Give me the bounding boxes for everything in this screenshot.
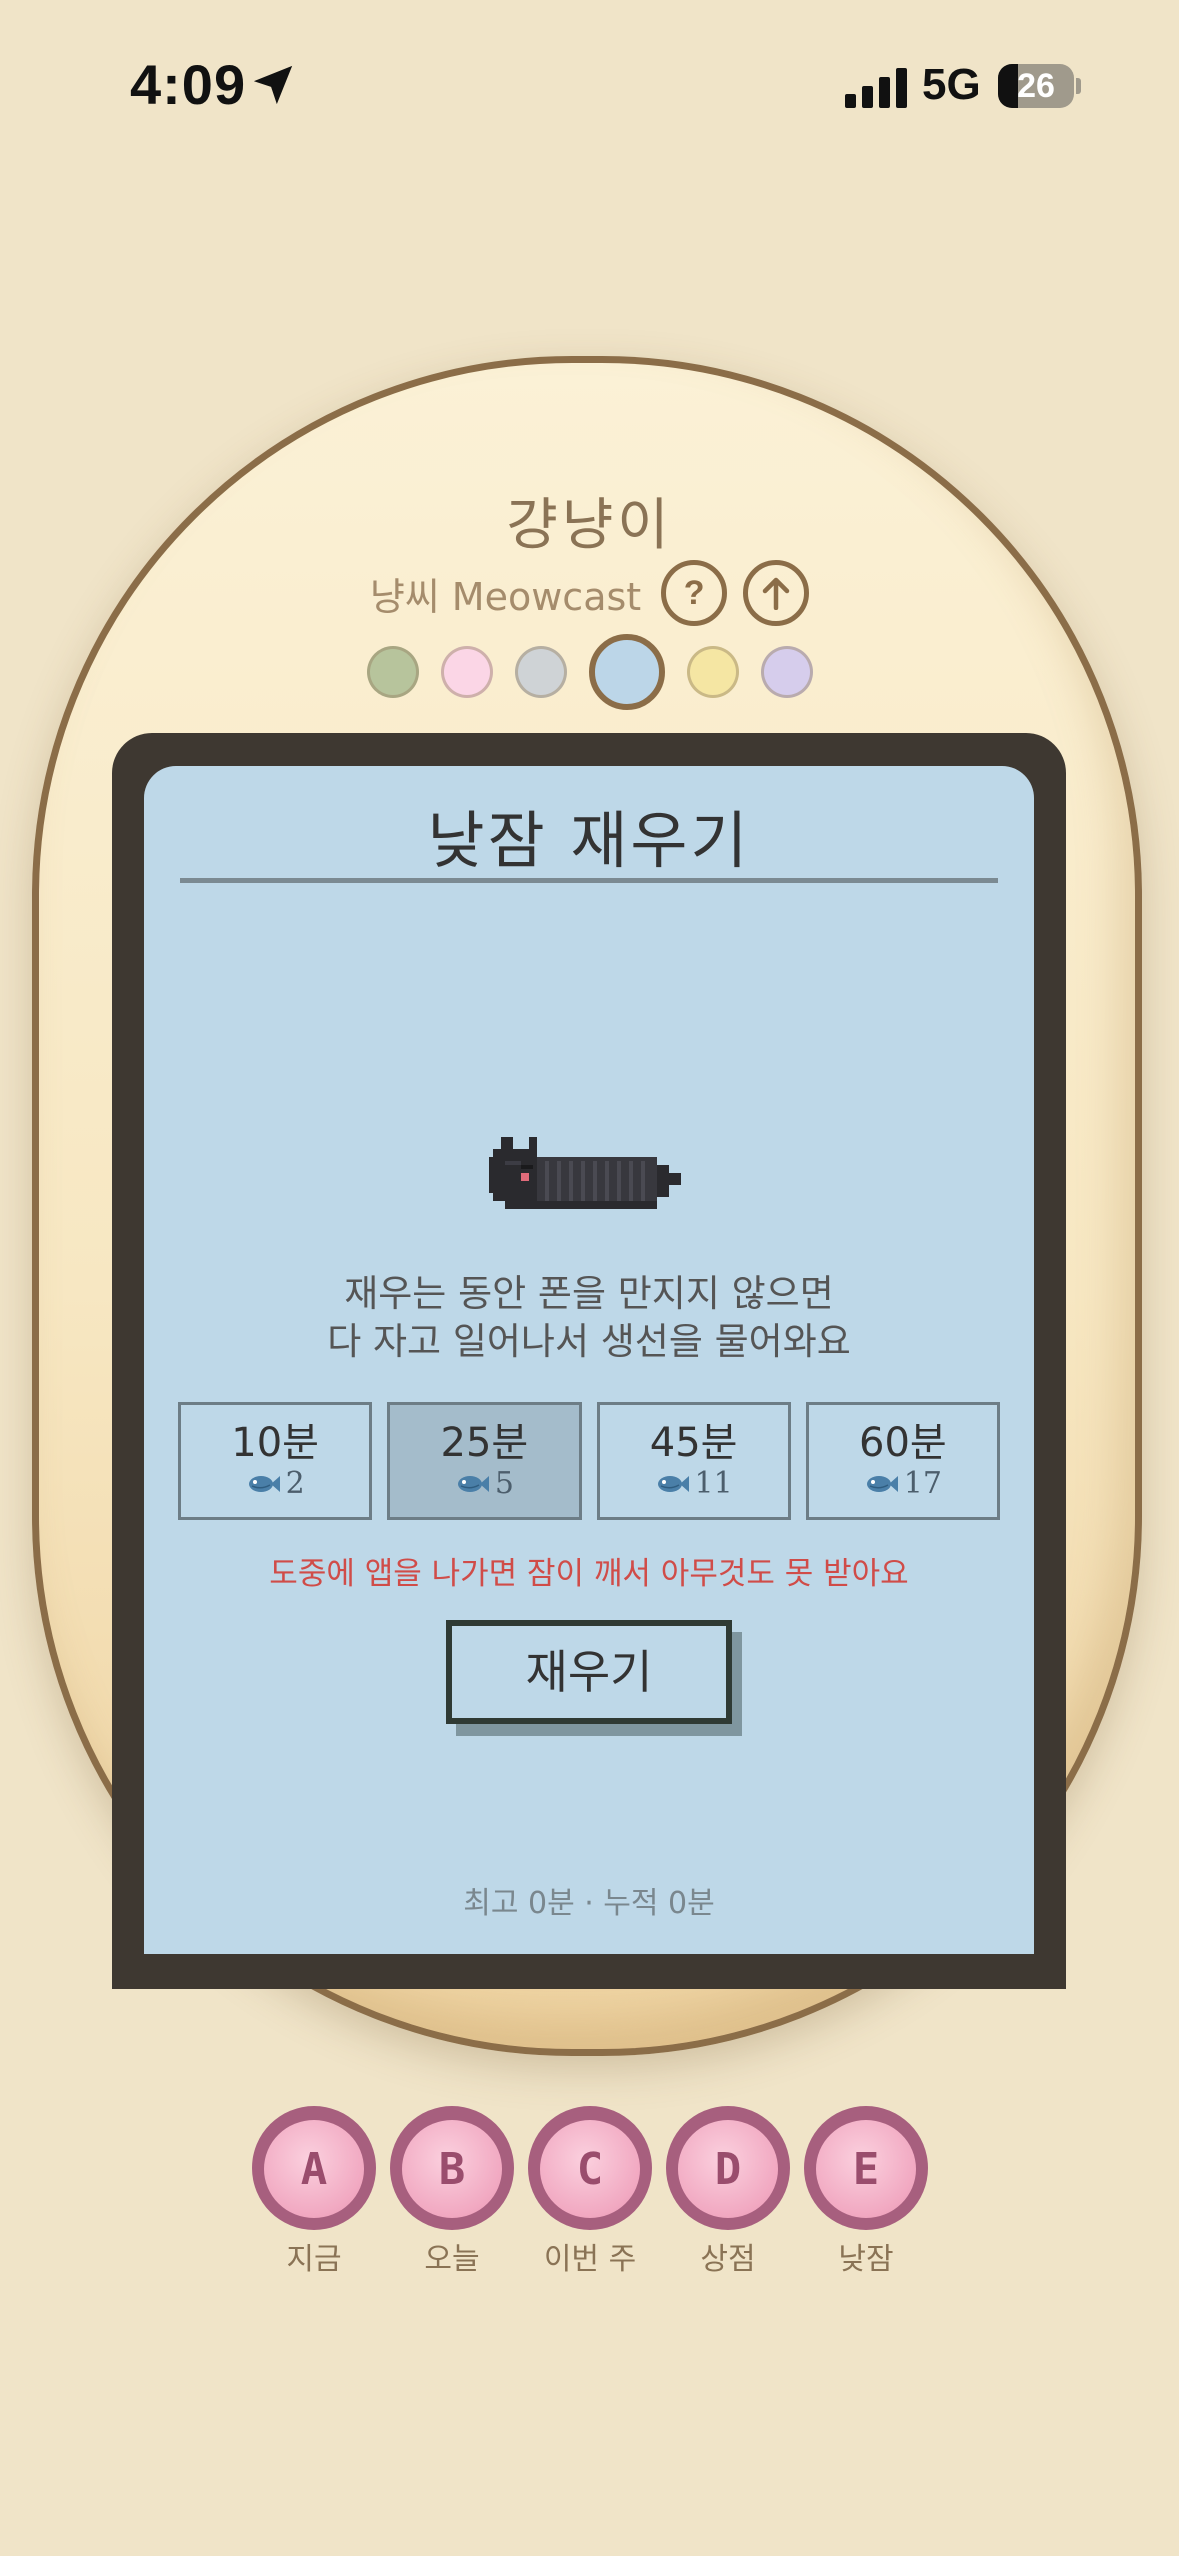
color-swatch-1[interactable] xyxy=(366,646,419,698)
location-arrow-icon xyxy=(253,65,293,105)
fish-reward: 2 xyxy=(246,1466,305,1502)
duration-label: 45분 xyxy=(649,1420,738,1466)
nap-screen: 낮잠 재우기 재우는 동안 폰을 만지지 않으면 다 자고 일어나서 생선을 물… xyxy=(144,766,1034,1954)
color-swatch-4[interactable] xyxy=(588,634,665,710)
arrow-up-icon xyxy=(762,577,790,610)
nav-button-label: 이번 주 xyxy=(543,2242,637,2277)
button-glyph: C xyxy=(540,2120,640,2218)
status-time: 4:09 xyxy=(130,53,247,116)
help-button[interactable]: ? xyxy=(661,560,728,626)
fish-icon xyxy=(864,1473,898,1495)
fish-reward: 17 xyxy=(864,1466,942,1502)
button-glyph: D xyxy=(678,2120,778,2218)
color-swatch-5[interactable] xyxy=(686,646,739,698)
nav-button-label: 지금 xyxy=(286,2242,342,2277)
description-line-1: 재우는 동안 폰을 만지지 않으면 xyxy=(344,1272,834,1315)
duration-option-2[interactable]: 25분 5 xyxy=(387,1402,582,1520)
nav-button-label: 상점 xyxy=(700,2242,756,2277)
duration-option-1[interactable]: 10분 2 xyxy=(178,1402,373,1520)
fish-icon xyxy=(655,1473,689,1495)
nav-button-a[interactable]: A xyxy=(252,2106,376,2230)
app-subtitle: 냥씨 Meowcast xyxy=(369,574,642,619)
start-nap-button[interactable]: 재우기 xyxy=(446,1620,732,1724)
description-line-2: 다 자고 일어나서 생선을 물어와요 xyxy=(327,1320,851,1363)
color-swatch-2[interactable] xyxy=(440,646,493,698)
fish-reward: 5 xyxy=(455,1466,514,1502)
duration-label: 10분 xyxy=(231,1420,319,1466)
fish-count: 17 xyxy=(903,1466,942,1501)
screen-title: 낮잠 재우기 xyxy=(427,804,751,877)
color-swatch-3[interactable] xyxy=(514,646,567,698)
duration-label: 25분 xyxy=(440,1420,529,1466)
duration-option-4[interactable]: 60분 17 xyxy=(805,1402,1000,1520)
color-swatches xyxy=(0,634,1179,710)
button-glyph: B xyxy=(402,2120,502,2218)
sleeping-cat-icon xyxy=(489,1137,681,1209)
nav-button-label: 낮잠 xyxy=(838,2242,894,2277)
fish-count: 5 xyxy=(494,1466,514,1501)
battery-icon: 26 xyxy=(998,64,1074,108)
share-button[interactable] xyxy=(743,560,810,626)
fish-icon xyxy=(246,1473,280,1495)
fish-reward: 11 xyxy=(655,1466,733,1502)
nav-button-c[interactable]: C xyxy=(528,2106,652,2230)
nav-button-label: 오늘 xyxy=(424,2242,480,2277)
fish-count: 2 xyxy=(285,1466,305,1501)
network-type: 5G xyxy=(922,60,981,109)
bottom-buttons: A 지금 B 오늘 C 이번 주 D 상점 E 낮잠 xyxy=(0,2100,1179,2280)
color-swatch-6[interactable] xyxy=(760,646,813,698)
subtitle-row: 냥씨 Meowcast ? xyxy=(0,560,1179,626)
pet-name: 걍냥이 xyxy=(506,493,673,558)
start-button-wrap: 재우기 xyxy=(446,1620,746,1736)
button-glyph: A xyxy=(264,2120,364,2218)
fish-count: 11 xyxy=(694,1466,733,1501)
nav-button-e[interactable]: E xyxy=(804,2106,928,2230)
nav-button-d[interactable]: D xyxy=(666,2106,790,2230)
title-divider xyxy=(180,878,998,883)
nap-stats: 최고 0분 · 누적 0분 xyxy=(463,1886,715,1921)
duration-options: 10분 2 25분 5 45분 11 60분 17 xyxy=(178,1402,1000,1520)
fish-icon xyxy=(455,1473,489,1495)
duration-option-3[interactable]: 45분 11 xyxy=(596,1402,791,1520)
description: 재우는 동안 폰을 만지지 않으면 다 자고 일어나서 생선을 물어와요 xyxy=(144,1270,1034,1366)
nav-button-b[interactable]: B xyxy=(390,2106,514,2230)
battery-cap xyxy=(1076,78,1081,94)
cellular-signal-icon xyxy=(845,68,907,108)
battery-level: 26 xyxy=(1017,67,1055,105)
duration-label: 60분 xyxy=(859,1420,947,1466)
warning-text: 도중에 앱을 나가면 잠이 깨서 아무것도 못 받아요 xyxy=(269,1556,909,1592)
button-glyph: E xyxy=(816,2120,916,2218)
